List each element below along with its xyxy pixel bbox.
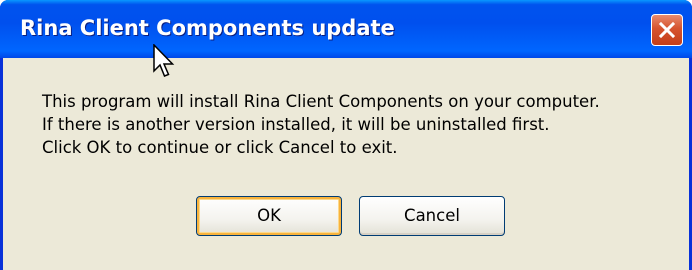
ok-button[interactable]: OK <box>196 196 342 236</box>
dialog-body: This program will install Rina Client Co… <box>3 58 689 270</box>
title-bar[interactable]: Rina Client Components update <box>0 0 692 58</box>
message-line-3: Click OK to continue or click Cancel to … <box>42 138 398 157</box>
message-line-1: This program will install Rina Client Co… <box>42 92 600 111</box>
mouse-cursor-icon <box>153 44 175 77</box>
close-icon <box>659 22 675 38</box>
dialog-window: Rina Client Components update This progr… <box>0 0 692 270</box>
dialog-title: Rina Client Components update <box>20 16 395 40</box>
message-line-2: If there is another version installed, i… <box>42 115 550 134</box>
close-button[interactable] <box>651 14 683 46</box>
cancel-button[interactable]: Cancel <box>359 196 505 236</box>
dialog-message: This program will install Rina Client Co… <box>42 90 682 159</box>
